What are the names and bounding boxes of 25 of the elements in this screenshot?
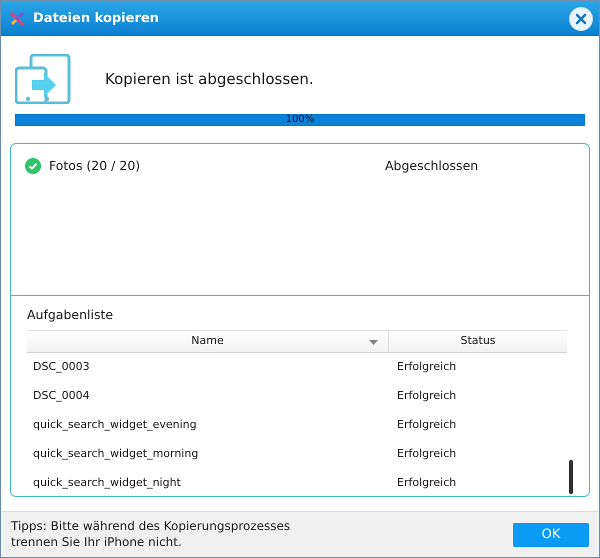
scrollbar-thumb[interactable] [569,460,573,494]
close-button[interactable] [569,6,593,30]
device-transfer-icon [15,54,71,104]
file-name: DSC_0004 [32,388,91,404]
file-status: Erfolgreich [396,359,456,375]
file-name: quick_search_widget_evening [32,417,198,433]
category-name: Fotos (20 / 20) [49,157,142,175]
column-header[interactable]: Name [27,330,389,352]
category-status: Abgeschlossen [385,157,478,175]
file-status: Erfolgreich [396,475,456,491]
close-icon [575,12,587,24]
file-status: Erfolgreich [396,388,456,404]
file-name: quick_search_widget_morning [32,446,200,462]
file-name: quick_search_widget_night [32,475,182,491]
sort-caret-icon [369,340,378,345]
file-status: Erfolgreich [396,446,456,462]
status-message: Kopieren ist abgeschlossen. [105,68,314,90]
progress-reading: 100% [284,113,316,127]
file-status: Erfolgreich [396,417,456,433]
task-list-title: Aufgabenliste [27,306,114,324]
window-title: Dateien kopieren [33,10,159,28]
column-header[interactable]: Status [389,330,567,352]
file-name: DSC_0003 [32,359,91,375]
tip-text: Tipps: Bitte während des Kopierungsprozesses trennen Sie Ihr iPhone nicht. [11,518,291,550]
app-logo-icon [9,10,25,26]
